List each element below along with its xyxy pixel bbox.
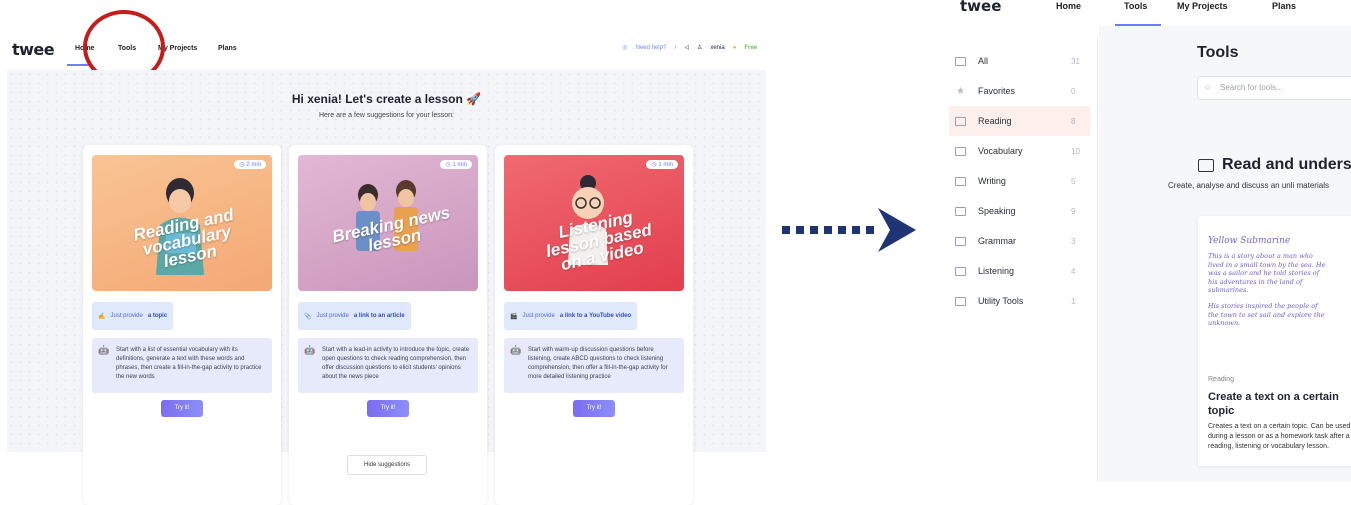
page-title: Tools (1197, 44, 1239, 61)
tool-category: Reading (1208, 376, 1235, 383)
category-grammar[interactable]: Grammar 3 (949, 226, 1090, 256)
tool-description: Creates a text on a certain topic. Can b… (1208, 423, 1351, 450)
suggestions-area: Hi xenia! Let's create a lesson 🚀 Here a… (7, 70, 766, 505)
robot-icon: 🤖 (98, 345, 110, 355)
active-nav-indicator (67, 64, 89, 66)
paperclip-icon: 📎 (304, 313, 312, 320)
lesson-card: ◷ 1 min Breaking news lesson 📎 Just prov… (289, 145, 487, 505)
lesson-card: ◷ 1 min Listening lesson based on a vide… (495, 145, 693, 505)
search-icon: ○ (1205, 82, 1211, 92)
tip-box: 📎 Just provide a link to an article (298, 302, 411, 330)
lesson-thumbnail[interactable]: ◷ 1 min Breaking news lesson (298, 155, 478, 291)
pencil-icon: ✍ (98, 313, 106, 320)
twee-logo[interactable]: twee (12, 40, 55, 59)
folder-icon (955, 116, 966, 126)
category-utility-tools[interactable]: Utility Tools 1 (949, 286, 1090, 316)
free-badge: Free (744, 44, 757, 51)
announcement-icon[interactable]: ◁ (684, 44, 689, 51)
greeting-headline: Hi xenia! Let's create a lesson 🚀 (291, 92, 482, 106)
star-icon: ★ (956, 85, 965, 97)
book-icon (1198, 158, 1214, 172)
film-icon: 🎬 (510, 313, 518, 320)
category-vocabulary[interactable]: Vocabulary 10 (949, 136, 1090, 166)
lesson-description: 🤖 Start with a lead-in activity to intro… (298, 338, 478, 393)
dotted-arrow-icon (782, 208, 916, 252)
top-navigation: twee Home Tools My Projects Plans (934, 0, 1351, 26)
right-screenshot: twee Home Tools My Projects Plans All 31… (934, 0, 1351, 482)
section-heading: Read and unders (1198, 156, 1351, 174)
category-listening[interactable]: Listening 4 (949, 256, 1090, 286)
folder-icon (955, 56, 966, 66)
twee-logo[interactable]: twee (960, 0, 1001, 15)
user-name[interactable]: xenia (710, 45, 724, 51)
time-badge: ◷ 1 min (440, 160, 472, 169)
tool-categories-sidebar: All 31 ★ Favorites 0 Reading 8 Vocabular… (934, 36, 1098, 482)
tip-box: 🎬 Just provide a link to a YouTube video (504, 302, 638, 330)
hide-suggestions-button[interactable]: Hide suggestions (347, 455, 427, 475)
folder-icon (955, 176, 966, 186)
help-icon: ◎ (622, 45, 628, 51)
category-reading[interactable]: Reading 8 (949, 106, 1090, 136)
folder-icon (955, 206, 966, 216)
lesson-description: 🤖 Start with a list of essential vocabul… (92, 338, 272, 393)
lesson-card: ◷ 2 min Reading and vocabulary lesson ✍ … (83, 145, 281, 505)
header-actions: ◎ Need help? › ◁ ♙ xenia ● Free (622, 44, 757, 52)
lesson-description: 🤖 Start with warm-up discussion question… (504, 338, 684, 393)
category-writing[interactable]: Writing 5 (949, 166, 1090, 196)
tip-box: ✍ Just provide a topic (92, 302, 174, 330)
try-it-button[interactable]: Try it! (367, 400, 409, 417)
category-favorites[interactable]: ★ Favorites 0 (949, 76, 1090, 106)
nav-tools[interactable]: Tools (1124, 1, 1147, 11)
suggestions-subtitle: Here are a few suggestions for your less… (318, 112, 454, 119)
robot-icon: 🤖 (304, 345, 316, 355)
tool-title: Create a text on a certain topic (1208, 391, 1339, 417)
nav-plans[interactable]: Plans (218, 45, 237, 52)
folder-icon (955, 296, 966, 306)
plan-badge-icon: ● (732, 44, 737, 51)
nav-my-projects[interactable]: My Projects (1177, 1, 1228, 11)
category-all[interactable]: All 31 (949, 46, 1090, 76)
section-description: Create, analyse and discuss an unli mate… (1168, 181, 1329, 190)
search-input[interactable]: ○ Search for tools... (1197, 76, 1351, 100)
folder-icon (955, 146, 966, 156)
robot-icon: 🤖 (510, 345, 522, 355)
tool-card[interactable]: Yellow Submarine This is a story about a… (1198, 216, 1351, 466)
lesson-thumbnail[interactable]: ◷ 1 min Listening lesson based on a vide… (504, 155, 684, 291)
left-screenshot: twee Home Tools My Projects Plans ◎ Need… (0, 0, 775, 505)
category-speaking[interactable]: Speaking 9 (949, 196, 1090, 226)
folder-icon (955, 236, 966, 246)
time-badge: ◷ 2 min (234, 160, 266, 169)
try-it-button[interactable]: Try it! (573, 400, 615, 417)
need-help-link[interactable]: Need help? (636, 45, 667, 51)
try-it-button[interactable]: Try it! (161, 400, 203, 417)
chevron-right-icon: › (674, 44, 677, 51)
nav-plans[interactable]: Plans (1272, 1, 1296, 11)
folder-icon (955, 266, 966, 276)
time-badge: ◷ 1 min (646, 160, 678, 169)
rocket-icon: 🚀 (466, 92, 482, 106)
lesson-thumbnail[interactable]: ◷ 2 min Reading and vocabulary lesson (92, 155, 272, 291)
nav-home[interactable]: Home (1056, 1, 1081, 11)
user-icon: ♙ (696, 45, 703, 51)
